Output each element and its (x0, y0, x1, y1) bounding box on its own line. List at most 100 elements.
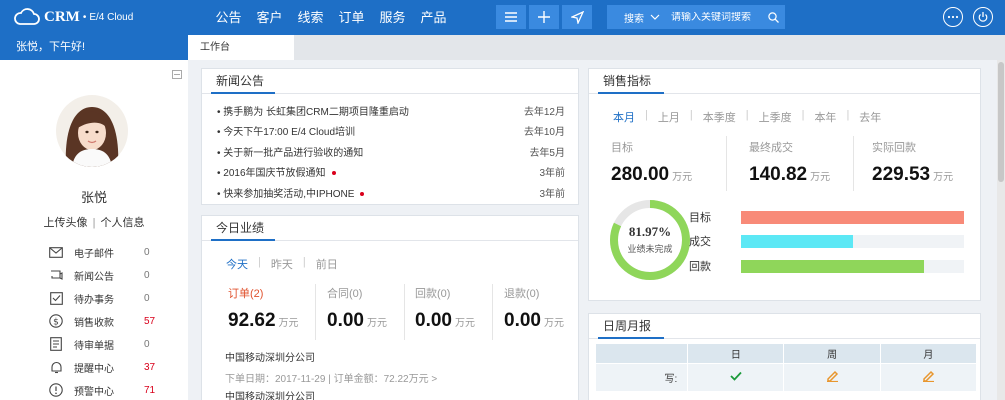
stat-target[interactable]: 目标 280.00 万元 (611, 139, 692, 186)
divider (315, 284, 316, 340)
logout-button[interactable] (973, 7, 993, 27)
sales-panel: 销售指标 本月 | 上月 | 本季度 | 上季度 | 本年 | 去年 目标 280.00 万元… (588, 68, 981, 301)
menu-button[interactable] (496, 5, 526, 29)
stat-contracts[interactable]: 合同(0) 0.00 万元 (327, 285, 387, 332)
table-header: 月 (879, 343, 978, 364)
scrollbar-thumb[interactable] (998, 62, 1004, 182)
sidebar-item-count: 0 (144, 338, 150, 350)
profile-link[interactable]: 个人信息 (100, 217, 144, 229)
tab-sep: | (846, 109, 850, 121)
tab-sep: | (258, 256, 261, 268)
news-item[interactable]: • 关于新一批产品进行验收的通知 去年5月 (217, 144, 565, 159)
weekly-write-cell[interactable] (783, 363, 881, 392)
sidebar-item-label: 预警中心 (74, 386, 114, 398)
tab-this-month[interactable]: 本月 (613, 109, 635, 125)
svg-text:$: $ (53, 317, 59, 327)
order-company[interactable]: 中国移动深圳分公司 (225, 388, 315, 400)
chevron-down-icon (650, 14, 660, 20)
panel-title: 日周月报 (589, 314, 980, 339)
sidebar-item-todo[interactable]: 待办事务 0 (0, 287, 188, 309)
news-item[interactable]: • 快来参加抽奖活动,中IPHONE 3年前 (217, 185, 565, 200)
bar-track (741, 210, 964, 224)
document-icon (48, 337, 64, 351)
search-scope-dropdown[interactable]: 搜索 (607, 10, 671, 25)
tab-workbench[interactable]: 工作台 (188, 35, 294, 60)
logo[interactable]: CRM • E/4 Cloud (14, 8, 133, 26)
performance-title: 今日业绩 (216, 221, 265, 235)
stat-unit: 万元 (933, 172, 954, 183)
tab-this-year[interactable]: 本年 (814, 109, 836, 125)
stat-final-deal[interactable]: 最终成交 140.82 万元 (749, 139, 830, 186)
avatar[interactable] (56, 95, 128, 167)
weekly-panel: 日周月报 日 周 月 写: (588, 313, 981, 400)
stat-unit: 万元 (454, 318, 475, 329)
order-company[interactable]: 中国移动深圳分公司 (225, 349, 315, 364)
nav-item[interactable]: 订单 (331, 0, 372, 35)
scrollbar[interactable] (997, 60, 1005, 400)
stat-unit: 万元 (366, 318, 387, 329)
daily-write-cell[interactable] (687, 363, 785, 392)
user-name: 张悦 (80, 190, 107, 205)
sidebar-item-label: 销售收款 (74, 317, 114, 329)
upload-avatar-link[interactable]: 上传头像 (44, 217, 88, 229)
sidebar-item-count: 0 (144, 292, 150, 304)
sidebar-item-news[interactable]: 新闻公告 0 (0, 264, 188, 286)
news-item[interactable]: • 携手鹏为 长虹集团CRM二期项目隆重启动 去年12月 (217, 103, 565, 118)
edit-icon (826, 370, 838, 383)
sidebar-item-pending-docs[interactable]: 待审单据 0 (0, 333, 188, 355)
sidebar-item-alerts[interactable]: 预警中心 71 (0, 379, 188, 400)
tab-last-quarter[interactable]: 上季度 (759, 109, 792, 125)
stat-orders[interactable]: 订单(2) 92.62 万元 (228, 285, 299, 332)
stat-value: 0.00 (415, 310, 452, 331)
nav-item[interactable]: 服务 (372, 0, 413, 35)
logo-sub: E/4 Cloud (89, 11, 134, 23)
news-text: 关于新一批产品进行验收的通知 (223, 148, 364, 159)
collapse-button[interactable] (172, 70, 182, 79)
tab-day-before[interactable]: 前日 (316, 256, 338, 272)
nav-item[interactable]: 客户 (249, 0, 290, 35)
tab-sep: | (645, 109, 648, 121)
nav-item[interactable]: 公告 (208, 0, 249, 35)
sidebar-item-email[interactable]: 电子邮件 0 (0, 241, 188, 263)
tab-last-year[interactable]: 去年 (859, 109, 881, 125)
table-row: 写: (594, 363, 978, 392)
order-detail[interactable]: 下单日期：2017-11-29 | 订单金额：72.22万元 > (225, 370, 437, 385)
edit-icon (922, 370, 934, 383)
stat-collections[interactable]: 回款(0) 0.00 万元 (415, 285, 475, 332)
tab-sep: | (801, 109, 805, 121)
stat-refunds[interactable]: 退款(0) 0.00 万元 (504, 285, 564, 332)
sidebar-item-count: 0 (144, 246, 150, 258)
tab-sep: | (745, 109, 749, 121)
tab-today[interactable]: 今天 (226, 256, 248, 272)
more-icon (947, 15, 959, 19)
stat-value: 280.00 (611, 164, 670, 185)
table-header (594, 343, 689, 364)
sidebar-item-count: 0 (144, 269, 150, 281)
tab-last-month[interactable]: 上月 (658, 109, 680, 125)
search-button[interactable] (761, 11, 785, 23)
stat-unit: 万元 (278, 318, 299, 329)
send-button[interactable] (562, 5, 592, 29)
stat-actual-collection[interactable]: 实际回款 229.53 万元 (872, 139, 953, 186)
more-button[interactable] (943, 7, 963, 27)
news-item[interactable]: • 今天下午17:00 E/4 Cloud培训 去年10月 (217, 123, 565, 138)
sidebar-item-sales-collection[interactable]: $ 销售收款 57 (0, 310, 188, 332)
sidebar-item-reminders[interactable]: 提醒中心 37 (0, 356, 188, 378)
search-input[interactable] (671, 11, 761, 23)
add-button[interactable] (529, 5, 559, 29)
nav-item[interactable]: 线索 (290, 0, 331, 35)
todo-icon (48, 291, 64, 305)
stat-unit: 万元 (672, 172, 693, 183)
tab-this-quarter[interactable]: 本季度 (703, 109, 736, 125)
stat-label: 合同(0) (327, 288, 363, 300)
user-links: 上传头像 | 个人信息 (0, 214, 188, 230)
bar-track (741, 259, 964, 273)
news-date: 去年12月 (523, 107, 565, 118)
tab-yesterday[interactable]: 昨天 (271, 256, 293, 272)
bar-label: 成交 (689, 236, 711, 248)
news-item[interactable]: • 2016年国庆节放假通知 3年前 (217, 164, 565, 179)
bar-fill (741, 210, 964, 224)
nav-item[interactable]: 产品 (413, 0, 454, 35)
bar-target: 目标 (689, 210, 969, 224)
monthly-write-cell[interactable] (879, 363, 978, 392)
